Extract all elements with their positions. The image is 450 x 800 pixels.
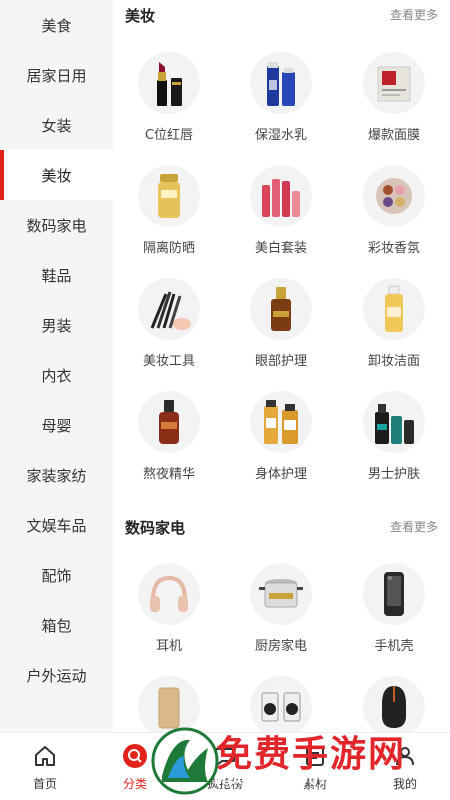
night-serum-icon (138, 391, 200, 453)
subcategory-item[interactable]: 耳机 (113, 563, 225, 654)
sidebar-item-outdoor[interactable]: 户外运动 (0, 650, 113, 700)
watermark-logo-icon (151, 727, 219, 795)
subcategory-label: 手机壳 (374, 639, 414, 654)
sidebar-item-label: 鞋品 (41, 266, 72, 285)
sidebar-item-label: 内衣 (41, 366, 72, 385)
subcategory-label: C位红唇 (144, 128, 194, 143)
subcategory-label: 卸妆洁面 (367, 354, 420, 369)
subcategory-label: 保湿水乳 (254, 128, 307, 143)
tab-home[interactable]: 首页 (0, 733, 90, 800)
sidebar-item-shoes[interactable]: 鞋品 (0, 250, 113, 300)
subcategory-item[interactable]: 男士护肤 (338, 391, 450, 482)
sidebar-item-accessories[interactable]: 配饰 (0, 550, 113, 600)
subcategory-item[interactable]: 隔离防晒 (113, 165, 225, 256)
subcategory-item[interactable]: 熬夜精华 (113, 391, 225, 482)
sidebar-item-mens[interactable]: 男装 (0, 300, 113, 350)
lotion-bottle-icon (250, 52, 312, 114)
home-icon (32, 743, 58, 769)
see-more-link[interactable]: 查看更多 (390, 6, 438, 23)
watermark-title: 免费手游网 (216, 734, 407, 775)
subcategory-item[interactable]: 卸妆洁面 (338, 278, 450, 369)
section-header-beauty: 美妆 查看更多 (113, 0, 450, 30)
sidebar-item-label: 女装 (41, 116, 72, 135)
skincare-set-icon (250, 165, 312, 227)
sidebar-item-food[interactable]: 美食 (0, 0, 113, 50)
sidebar-item-baby[interactable]: 母婴 (0, 400, 113, 450)
subcategory-item[interactable]: 眼部护理 (225, 278, 337, 369)
mens-skincare-icon (363, 391, 425, 453)
subcategory-item[interactable]: 手机壳 (338, 563, 450, 654)
subcategory-item[interactable]: 彩妆香氛 (338, 165, 450, 256)
section-header-digital: 数码家电 查看更多 (113, 512, 450, 542)
subcategory-label: 男士护肤 (367, 467, 420, 482)
subcategory-item[interactable]: 保湿水乳 (225, 52, 337, 143)
makeup-brushes-icon (138, 278, 200, 340)
category-search-icon (122, 743, 148, 769)
sidebar-item-label: 配饰 (41, 566, 72, 585)
sidebar-item-label: 母婴 (41, 416, 72, 435)
tab-label: 首页 (32, 777, 57, 791)
see-more-link[interactable]: 查看更多 (390, 518, 438, 535)
sidebar-item-digital[interactable]: 数码家电 (0, 200, 113, 250)
sidebar-item-label: 户外运动 (26, 666, 87, 685)
sidebar-item-label: 文娱车品 (26, 516, 87, 535)
sidebar-item-entertainment-car[interactable]: 文娱车品 (0, 500, 113, 550)
watermark-subtitle: MIANFEISHOUYOUWANG (214, 772, 396, 787)
subcategory-label: 隔离防晒 (142, 241, 195, 256)
cooking-pot-icon (250, 563, 312, 625)
subcategory-item[interactable]: C位红唇 (113, 52, 225, 143)
section-title: 数码家电 (125, 519, 186, 537)
sidebar-item-label: 箱包 (41, 616, 72, 635)
subcategory-label: 耳机 (155, 639, 182, 654)
cleanser-bottle-icon (363, 278, 425, 340)
subcategory-label: 爆款面膜 (367, 128, 420, 143)
subcategory-label: 美白套装 (254, 241, 307, 256)
subcategory-label: 身体护理 (254, 467, 307, 482)
eyeshadow-palette-icon (363, 165, 425, 227)
subcategory-item[interactable]: 厨房家电 (225, 563, 337, 654)
sidebar-item-home-textiles[interactable]: 家装家纺 (0, 450, 113, 500)
subcategory-item[interactable]: 身体护理 (225, 391, 337, 482)
headphones-icon (138, 563, 200, 625)
sidebar-item-label: 男装 (41, 316, 72, 335)
subcategory-label: 厨房家电 (254, 639, 307, 654)
eye-serum-icon (250, 278, 312, 340)
sidebar-item-womens[interactable]: 女装 (0, 100, 113, 150)
subcategory-item[interactable]: 爆款面膜 (338, 52, 450, 143)
face-mask-icon (363, 52, 425, 114)
sidebar-item-underwear[interactable]: 内衣 (0, 350, 113, 400)
lipstick-icon (138, 52, 200, 114)
sidebar-item-household[interactable]: 居家日用 (0, 50, 113, 100)
sidebar-item-label: 数码家电 (26, 216, 87, 235)
sidebar-item-label: 家装家纺 (26, 466, 87, 485)
subcategory-label: 熬夜精华 (142, 467, 195, 482)
subcategory-item[interactable]: 美妆工具 (113, 278, 225, 369)
phone-case-icon (363, 563, 425, 625)
sidebar-item-label: 美食 (41, 16, 72, 35)
sidebar-item-beauty[interactable]: 美妆 (0, 150, 113, 200)
subcategory-label: 美妆工具 (142, 354, 195, 369)
sunscreen-icon (138, 165, 200, 227)
category-sidebar: 美食 居家日用 女装 美妆 数码家电 鞋品 男装 内衣 母婴 家装家纺 文娱车品… (0, 0, 113, 732)
body-care-icon (250, 391, 312, 453)
sidebar-item-label: 居家日用 (26, 66, 87, 85)
section-title: 美妆 (125, 7, 156, 25)
category-content: 美妆 查看更多 C位红唇 保湿水乳 爆款面膜 隔离防晒 美白套装 彩妆香氛 美妆… (113, 0, 450, 732)
sidebar-item-label: 美妆 (41, 166, 72, 185)
sidebar-item-bags[interactable]: 箱包 (0, 600, 113, 650)
subcategory-label: 彩妆香氛 (367, 241, 420, 256)
site-watermark: 免费手游网 MIANFEISHOUYOUWANG (150, 722, 450, 800)
subcategory-item[interactable]: 美白套装 (225, 165, 337, 256)
subcategory-label: 眼部护理 (254, 354, 307, 369)
